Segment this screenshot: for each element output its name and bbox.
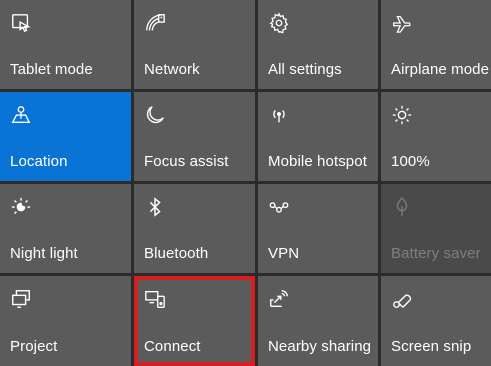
tile-airplane-mode[interactable]: Airplane mode [381, 0, 491, 89]
tile-project[interactable]: Project [0, 276, 131, 366]
tile-label: Project [10, 338, 58, 355]
hotspot-icon [268, 104, 290, 126]
tile-label: Mobile hotspot [268, 153, 367, 170]
vpn-icon [268, 196, 290, 218]
tile-screen-snip[interactable]: Screen snip [381, 276, 491, 366]
screen-snip-icon [391, 288, 413, 310]
quick-actions-panel: Tablet mode Network All settings Airplan… [0, 0, 491, 366]
nearby-sharing-icon [268, 288, 290, 310]
tile-label: Screen snip [391, 338, 472, 355]
airplane-icon [391, 12, 413, 34]
tile-label: 100% [391, 153, 430, 170]
tile-label: Focus assist [144, 153, 229, 170]
tile-mobile-hotspot[interactable]: Mobile hotspot [258, 92, 378, 181]
project-icon [10, 288, 32, 310]
tile-label: Nearby sharing [268, 338, 372, 355]
tile-label: Connect [144, 338, 201, 355]
connect-icon [144, 288, 166, 310]
network-icon [144, 12, 166, 34]
tile-network[interactable]: Network [134, 0, 255, 89]
location-icon [10, 104, 32, 126]
tile-brightness[interactable]: 100% [381, 92, 491, 181]
tile-night-light[interactable]: Night light [0, 184, 131, 273]
tile-label: Bluetooth [144, 245, 209, 262]
bluetooth-icon [144, 196, 166, 218]
battery-saver-icon [391, 196, 413, 218]
tile-connect[interactable]: Connect [134, 276, 255, 366]
tile-vpn[interactable]: VPN [258, 184, 378, 273]
tile-location[interactable]: Location [0, 92, 131, 181]
tile-nearby-sharing[interactable]: Nearby sharing [258, 276, 378, 366]
moon-icon [144, 104, 166, 126]
tile-focus-assist[interactable]: Focus assist [134, 92, 255, 181]
tile-battery-saver[interactable]: Battery saver [381, 184, 491, 273]
tile-label: Airplane mode [391, 61, 490, 78]
brightness-icon [391, 104, 413, 126]
tablet-mode-icon [10, 12, 32, 34]
tile-bluetooth[interactable]: Bluetooth [134, 184, 255, 273]
tile-label: VPN [268, 245, 300, 262]
tile-label: Tablet mode [10, 61, 93, 78]
tile-label: Network [144, 61, 200, 78]
tile-label: All settings [268, 61, 342, 78]
tile-label: Location [10, 153, 68, 170]
gear-icon [268, 12, 290, 34]
tile-label: Night light [10, 245, 78, 262]
night-light-icon [10, 196, 32, 218]
tile-tablet-mode[interactable]: Tablet mode [0, 0, 131, 89]
tile-all-settings[interactable]: All settings [258, 0, 378, 89]
tile-label: Battery saver [391, 245, 481, 262]
